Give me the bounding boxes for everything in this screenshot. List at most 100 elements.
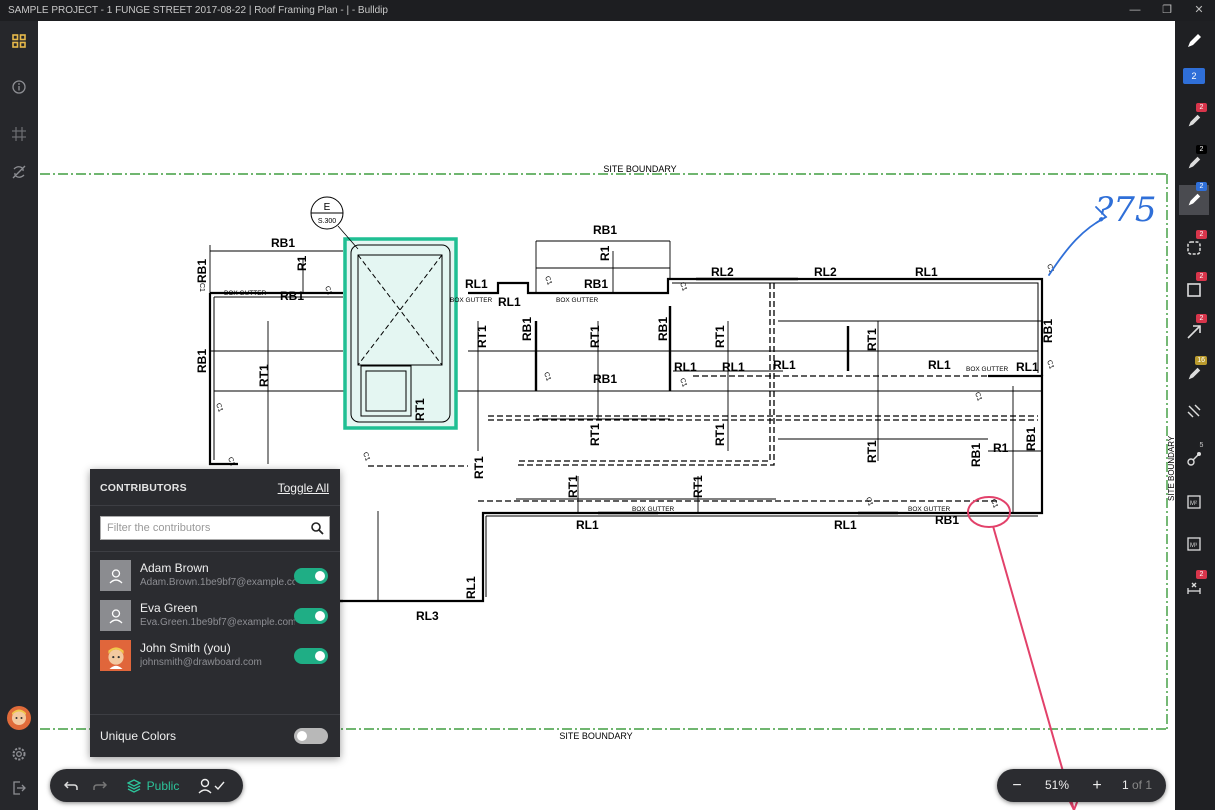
pen-tool-icon[interactable] [1179,26,1209,56]
callout-tool-icon[interactable]: 5 [1179,442,1209,474]
section-marker-letter: E [324,202,331,213]
label-rt1: RT1 [472,456,486,479]
pen-red-icon[interactable]: 2 [1179,103,1209,136]
divider [90,714,340,715]
annotation-toolbar: 2 2 2 2 2 2 2 16 5 M² M³ 2 [1175,21,1215,810]
label-column: C1 [678,377,688,388]
page-indicator[interactable]: 1 of 1 [1117,769,1157,802]
label-rl2: RL2 [711,265,734,279]
info-icon[interactable] [6,74,32,100]
zoom-bar: − 51% + 1 of 1 [997,769,1166,802]
label-rb1: RB1 [195,259,209,283]
label-rt1: RT1 [588,423,602,446]
label-rl1: RL1 [928,358,951,372]
visibility-label: Public [146,778,180,793]
site-boundary-right-label: SITE BOUNDARY [1167,435,1175,501]
label-rl1: RL1 [465,277,488,291]
page-current: 1 [1121,778,1129,792]
unique-colors-toggle[interactable] [294,728,328,744]
restore-button[interactable]: ❐ [1151,0,1183,21]
bottom-action-bar: Public [50,769,243,802]
window-title: SAMPLE PROJECT - 1 FUNGE STREET 2017-08-… [8,5,388,16]
visibility-button[interactable]: Public [122,769,184,802]
label-rb1: RB1 [656,317,670,341]
minimize-button[interactable]: — [1119,0,1151,21]
cloud-shape-icon[interactable]: 2 [1179,230,1209,263]
label-rt1: RT1 [413,398,427,421]
zoom-in-button[interactable]: + [1085,769,1109,802]
dimension-tool-icon[interactable]: 2 [1179,570,1209,603]
label-rl1: RL1 [722,360,745,374]
site-boundary-top-label: SITE BOUNDARY [603,164,676,174]
label-column: C1 [214,402,224,413]
contributor-name: Adam Brown [140,561,209,575]
contributors-toggle-button[interactable] [192,769,232,802]
label-column: C1 [323,285,333,296]
label-rb1: RB1 [520,317,534,341]
label-box-gutter: BOX GUTTER [224,290,267,297]
toggle-all-link[interactable]: Toggle All [278,481,329,495]
label-column: C1 [226,456,236,467]
sign-out-icon[interactable] [6,775,32,801]
label-rt1: RT1 [865,328,879,351]
label-rl1: RL1 [498,295,521,309]
contributor-avatar-icon [100,560,131,591]
section-marker-ref: S.300 [318,218,336,225]
label-rb1: RB1 [1024,427,1038,451]
contributor-row: John Smith (you) johnsmith@drawboard.com [100,640,340,674]
page-total: of 1 [1132,778,1153,792]
contributor-name: Eva Green [140,601,198,615]
label-rb1: RB1 [195,349,209,373]
user-avatar[interactable] [6,705,32,731]
svg-text:M²: M² [1190,501,1197,507]
label-rl1: RL1 [674,360,697,374]
label-rl3: RL3 [416,609,439,623]
close-button[interactable]: ✕ [1183,0,1215,21]
label-r1: R1 [993,441,1009,455]
label-box-gutter: BOX GUTTER [908,506,951,513]
label-rb1: RB1 [593,372,617,386]
arrow-icon[interactable]: 2 [1179,314,1209,347]
label-rt1: RT1 [713,423,727,446]
filter-contributors-input[interactable]: Filter the contributors [100,516,330,540]
area-measure-icon[interactable]: M² [1179,487,1209,517]
volume-measure-icon[interactable]: M³ [1179,529,1209,559]
label-rl1: RL1 [915,265,938,279]
search-icon[interactable] [311,521,324,543]
divider [90,505,340,506]
zoom-out-button[interactable]: − [1005,769,1029,802]
redo-icon[interactable] [87,769,113,802]
layer-count[interactable]: 2 [1179,61,1209,91]
label-r1: R1 [598,245,612,261]
label-rl1: RL1 [576,518,599,532]
unique-colors-label: Unique Colors [100,729,177,743]
label-rl1: RL1 [773,358,796,372]
measure-tool-icon[interactable] [1179,396,1209,426]
zoom-level[interactable]: 51% [1037,769,1077,802]
label-rt1: RT1 [713,325,727,348]
compare-icon[interactable] [6,159,32,185]
grid-view-icon[interactable] [6,28,32,54]
contributor-avatar-icon [100,640,131,671]
label-column: C1 [989,498,999,509]
pen-blue-icon[interactable]: 2 [1179,182,1209,215]
label-rb1: RB1 [593,223,617,237]
contributor-email: Eva.Green.1be9bf7@example.com [140,617,295,628]
label-rb1: RB1 [584,277,608,291]
contributor-visibility-toggle[interactable] [294,648,328,664]
pen-black-icon[interactable]: 2 [1179,145,1209,178]
highlighter-icon[interactable]: 16 [1179,356,1209,389]
label-r1: R1 [295,255,309,271]
undo-icon[interactable] [58,769,84,802]
contributor-visibility-toggle[interactable] [294,608,328,624]
panel-title: CONTRIBUTORS [100,482,187,494]
label-rb1: RB1 [271,236,295,250]
contributor-visibility-toggle[interactable] [294,568,328,584]
label-box-gutter: BOX GUTTER [450,297,493,304]
settings-icon[interactable] [6,741,32,767]
contributor-row: Eva Green Eva.Green.1be9bf7@example.com [100,600,340,634]
rectangle-icon[interactable]: 2 [1179,272,1209,305]
contributor-name: John Smith (you) [140,641,231,655]
left-sidebar [0,21,38,810]
grid-icon[interactable] [6,121,32,147]
